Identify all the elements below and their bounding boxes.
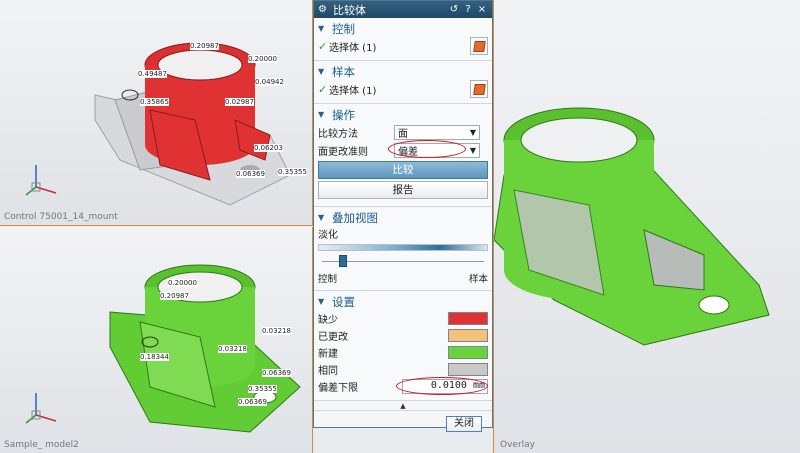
settings-section-header[interactable]: ▼ 设置 [318,293,488,310]
color-label-changed: 已更改 [318,332,348,343]
method-value: 面 [398,128,408,140]
axis-triad-icon [25,165,57,196]
tolerance-label: 偏差下限 [318,383,358,394]
color-swatch-same[interactable] [448,363,488,376]
chevron-down-icon: ▼ [469,127,477,137]
operation-section-header[interactable]: ▼ 操作 [318,106,488,123]
dim-label: 0.06203 [254,144,283,152]
dim-label: 0.06369 [238,398,267,406]
slider-right-label: 样本 [468,274,488,285]
control-viewport[interactable]: 0.20987 0.20000 0.49487 0.04942 0.35865 … [0,0,313,226]
sample-section: ▼ 样本 ✓ 选择体 (1) [314,61,492,104]
chevron-down-icon: ▼ [318,24,325,33]
control-section: ▼ 控制 ✓ 选择体 (1) [314,18,492,61]
dim-label: 0.03218 [262,327,291,335]
color-swatch-missing[interactable] [448,312,488,325]
method-select[interactable]: 面 ▼ [394,124,480,140]
criterion-select[interactable]: 偏差 ▼ [394,142,480,158]
dim-label: 0.35865 [140,98,169,106]
color-label-same: 相同 [318,366,338,377]
dim-label: 0.20987 [160,292,189,300]
dim-label: 0.49487 [138,70,167,78]
section-title: 叠加视图 [332,210,378,225]
fade-gradient-bar [318,244,488,251]
color-swatch-changed[interactable] [448,329,488,342]
close-button[interactable]: 关闭 [446,416,482,432]
section-title: 操作 [332,107,355,122]
method-label: 比较方法 [318,128,358,140]
compare-bodies-dialog: ⚙ 比较体 ↺ ? × ▼ 控制 ✓ 选择体 (1) ▼ 样本 ✓ 选择体 (1… [313,0,493,432]
overlay-model [494,107,770,346]
section-title: 设置 [332,294,355,309]
tolerance-input[interactable]: 0.0100 mm [402,379,488,394]
solid-body-icon [472,40,486,52]
dialog-title: 比较体 [333,3,366,17]
dim-label: 0.20000 [168,279,197,287]
check-icon: ✓ [318,82,328,96]
color-label-new: 新建 [318,349,338,360]
dim-label: 0.02987 [225,98,254,106]
sample-viewport[interactable]: 0.20000 0.20987 0.03218 0.18344 0.03218 … [0,227,313,453]
compare-button[interactable]: 比较 [318,161,488,179]
gear-icon: ⚙ [318,4,327,15]
report-button[interactable]: 报告 [318,181,488,199]
overlay-viewport[interactable]: Overlay [493,0,800,453]
section-title: 控制 [332,21,355,36]
check-icon: ✓ [318,39,328,53]
color-swatch-new[interactable] [448,346,488,359]
collapse-toggle[interactable]: ▲ [314,401,492,411]
chevron-down-icon: ▼ [318,297,325,306]
operation-section: ▼ 操作 比较方法 面 ▼ 面更改准则 偏差 ▼ 比较 报告 [314,104,492,207]
dim-label: 0.35355 [278,168,307,176]
chevron-down-icon: ▼ [469,145,477,155]
select-body-label: 选择体 (1) [329,42,377,54]
help-button[interactable]: ? [462,4,474,15]
dialog-titlebar[interactable]: ⚙ 比较体 ↺ ? × [314,1,492,18]
select-body-button[interactable] [470,80,488,98]
control-viewport-caption: Control 75001_14_mount [4,212,118,222]
chevron-down-icon: ▼ [318,213,325,222]
criterion-label: 面更改准则 [318,146,368,158]
dim-label: 0.03218 [218,345,247,353]
chevron-down-icon: ▼ [318,110,325,119]
section-title: 样本 [332,64,355,79]
sample-section-header[interactable]: ▼ 样本 [318,63,488,80]
select-body-button[interactable] [470,37,488,55]
dim-label: 0.04942 [255,78,284,86]
slider-thumb[interactable] [339,255,348,267]
overlay-section-header[interactable]: ▼ 叠加视图 [318,209,488,226]
settings-section: ▼ 设置 缺少 已更改 新建 相同 偏差下限 0.0100 mm [314,291,492,401]
slider-left-label: 控制 [318,274,338,285]
dim-label: 0.20987 [190,42,219,50]
dim-label: 0.18344 [140,353,169,361]
sample-viewport-caption: Sample_ model2 [4,440,79,450]
reset-icon[interactable]: ↺ [448,4,460,15]
dim-label: 0.35355 [248,385,277,393]
dim-label: 0.06369 [262,369,291,377]
control-section-header[interactable]: ▼ 控制 [318,20,488,37]
overlay-view-section: ▼ 叠加视图 淡化 控制 样本 [314,207,492,291]
close-icon[interactable]: × [476,4,488,15]
dim-label: 0.06369 [236,170,265,178]
dim-label: 0.20000 [248,55,277,63]
overlay-viewport-caption: Overlay [500,440,535,450]
select-body-label: 选择体 (1) [329,85,377,97]
fade-slider[interactable] [318,255,488,267]
axis-triad-icon [25,393,57,424]
fade-label: 淡化 [318,230,338,241]
chevron-up-icon: ▲ [400,402,406,410]
chevron-down-icon: ▼ [318,67,325,76]
solid-body-icon [472,83,486,95]
criterion-value: 偏差 [398,146,418,158]
color-label-missing: 缺少 [318,315,338,326]
